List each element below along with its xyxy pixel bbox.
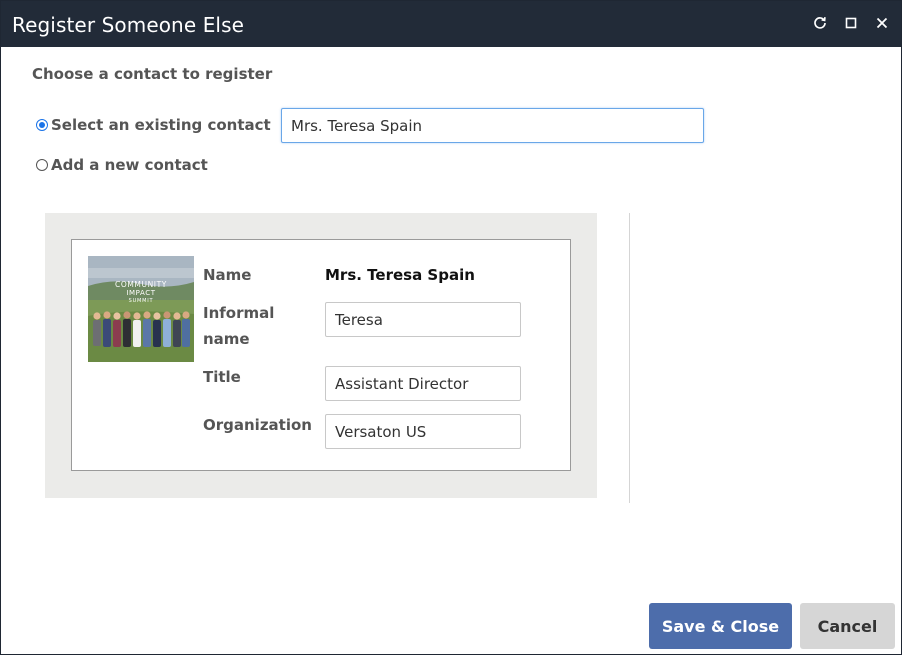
close-button[interactable] [870,11,894,35]
register-dialog: Register Someone Else Choose a contact t… [0,0,902,655]
save-and-close-button[interactable]: Save & Close [649,603,792,649]
photo-caption-1: COMMUNITY [115,280,167,289]
close-icon [876,17,888,29]
vertical-divider [629,213,630,503]
name-value: Mrs. Teresa Spain [325,266,475,284]
contact-photo: COMMUNITY IMPACT SUMMIT [88,256,194,362]
existing-contact-option[interactable]: Select an existing contact [36,116,271,134]
maximize-button[interactable] [839,11,863,35]
new-contact-radio[interactable] [36,159,48,171]
contact-card: COMMUNITY IMPACT SUMMIT Name Mrs. Teresa… [71,239,571,471]
title-bar: Register Someone Else [1,1,901,47]
contact-search-input[interactable] [281,108,704,143]
title-field[interactable] [325,366,521,401]
new-contact-option[interactable]: Add a new contact [36,156,208,174]
section-heading: Choose a contact to register [32,65,273,83]
name-label: Name [203,266,252,284]
dialog-title: Register Someone Else [12,13,245,37]
photo-caption-3: SUMMIT [129,298,154,304]
cancel-button[interactable]: Cancel [800,603,895,649]
maximize-icon [845,17,857,29]
organization-field[interactable] [325,414,521,449]
refresh-icon [814,17,826,29]
title-label: Title [203,368,241,386]
informal-name-label: Informal name [203,304,275,348]
contact-card-panel: COMMUNITY IMPACT SUMMIT Name Mrs. Teresa… [45,213,597,498]
existing-contact-radio[interactable] [36,119,48,131]
photo-caption-2: IMPACT [126,289,155,297]
existing-contact-label[interactable]: Select an existing contact [51,116,271,134]
organization-label: Organization [203,416,312,434]
new-contact-label[interactable]: Add a new contact [51,156,208,174]
refresh-button[interactable] [808,11,832,35]
informal-name-field[interactable] [325,302,521,337]
